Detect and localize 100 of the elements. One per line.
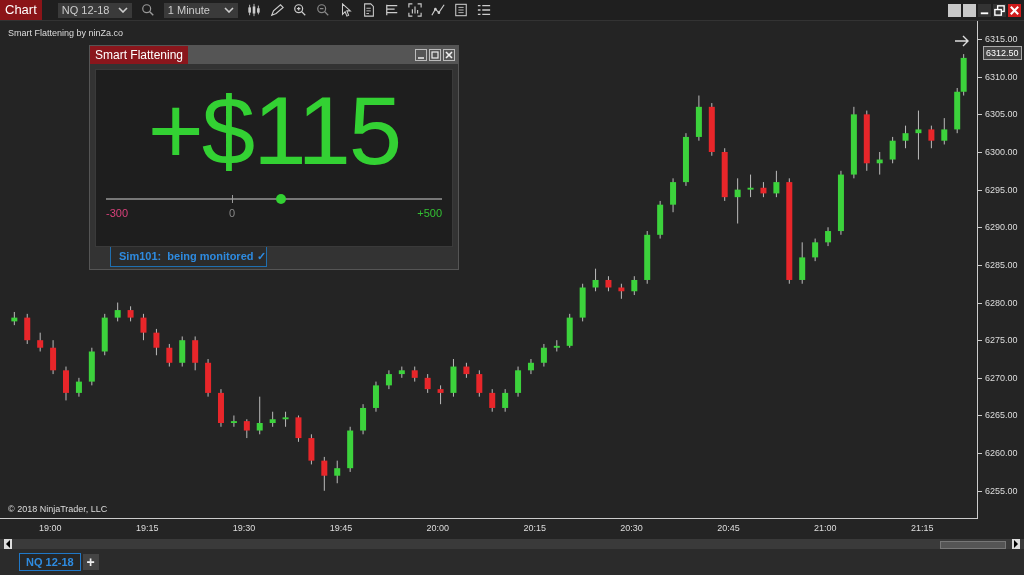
profit-value: +$115 [147,76,401,186]
zoom-out-icon[interactable] [315,3,330,17]
candlestick [799,241,806,285]
price-label: 6305.00 [985,108,1018,122]
candlestick [902,125,909,149]
candlestick [502,388,509,413]
candlestick [489,388,496,413]
time-label: 19:30 [232,523,256,533]
copyright-text: © 2018 NinjaTrader, LLC [8,504,108,514]
candlestick [295,414,302,443]
candlestick-icon[interactable] [246,3,261,17]
candlestick [114,302,121,322]
candlestick [179,335,186,368]
instrument-tab[interactable]: NQ 12-18 [19,553,81,571]
close-icon[interactable] [1008,3,1021,17]
price-label: 6310.00 [985,70,1018,84]
current-price-tag: 6312.50 [983,46,1022,60]
candlestick [321,456,328,492]
candlestick [372,381,379,413]
price-label: 6290.00 [985,221,1018,235]
candlestick [50,339,57,375]
right-arrow-icon [954,35,970,47]
candlestick [670,177,677,213]
candlestick [915,110,922,161]
candlestick [230,414,237,428]
scale-label: +500 [417,207,442,219]
candlestick [192,335,199,371]
interval-dropdown[interactable]: 1 Minute [163,2,238,18]
candlestick [527,358,534,375]
candlestick [153,328,160,356]
bars-icon[interactable] [384,3,399,17]
account-status: Sim101: being monitored ✓ [110,247,267,267]
scroll-right-icon[interactable] [1012,539,1020,549]
scrollbar-thumb[interactable] [940,541,1006,549]
price-label: 6265.00 [985,409,1018,423]
candlestick [166,343,173,368]
zoom-in-icon[interactable] [292,3,307,17]
candlestick [62,366,69,401]
price-label: 6270.00 [985,371,1018,385]
chart-frame-icon[interactable] [407,3,422,17]
price-label: 6275.00 [985,334,1018,348]
window-button[interactable] [963,3,976,17]
price-label: 6315.00 [985,33,1018,47]
chevron-icon [223,7,234,13]
indicator-label: Smart Flattening by ninZa.co [8,28,124,38]
candlestick [631,275,638,296]
maximize-icon[interactable] [429,49,441,61]
candlestick [360,403,367,435]
candlestick [592,268,599,292]
minimize-icon[interactable] [978,3,991,17]
candlestick [747,174,754,198]
candlestick [773,170,780,198]
line-chart-icon[interactable] [430,3,445,17]
price-label: 6255.00 [985,484,1018,498]
pencil-icon[interactable] [269,3,284,17]
price-label: 6260.00 [985,447,1018,461]
candlestick [140,313,147,341]
candlestick [334,460,341,484]
candlestick [889,136,896,164]
candlestick [476,369,483,398]
window-button[interactable] [948,3,961,17]
candlestick [515,366,522,398]
candlestick [243,418,250,439]
candlestick [256,396,263,435]
price-label: 6285.00 [985,258,1018,272]
price-label: 6295.00 [985,183,1018,197]
instrument-dropdown[interactable]: NQ 12-18 [57,2,132,18]
search-icon[interactable] [140,3,155,17]
candlestick [437,384,444,405]
candlestick [24,313,31,345]
candlestick [385,369,392,390]
time-label: 21:00 [814,523,837,533]
scroll-left-icon[interactable] [4,539,12,549]
price-label: 6280.00 [985,296,1018,310]
chevron-icon [117,7,128,13]
scale-label: 0 [228,207,236,219]
list-icon[interactable] [476,3,491,17]
candlestick [825,226,832,247]
time-label: 20:15 [523,523,546,533]
time-label: 19:00 [39,523,62,533]
time-label: 20:00 [426,523,450,533]
candlestick [424,373,431,394]
candlestick [734,177,741,225]
document-icon[interactable] [361,3,376,17]
candlestick [37,332,44,352]
close-icon[interactable] [443,49,455,61]
price-label: 6300.00 [985,146,1018,159]
candlestick [812,238,819,262]
time-label: 19:15 [135,523,159,533]
candlestick [75,377,82,398]
panel-title: Smart Flattening [90,46,189,64]
candlestick [540,343,547,368]
restore-icon[interactable] [993,3,1006,17]
add-tab-button[interactable]: + [82,554,99,570]
time-label: 21:15 [910,523,934,533]
time-label: 20:30 [620,523,643,533]
candlestick [308,433,315,465]
candlestick [928,125,935,149]
window-title: Chart [0,0,42,20]
slider-thumb[interactable] [275,193,286,204]
